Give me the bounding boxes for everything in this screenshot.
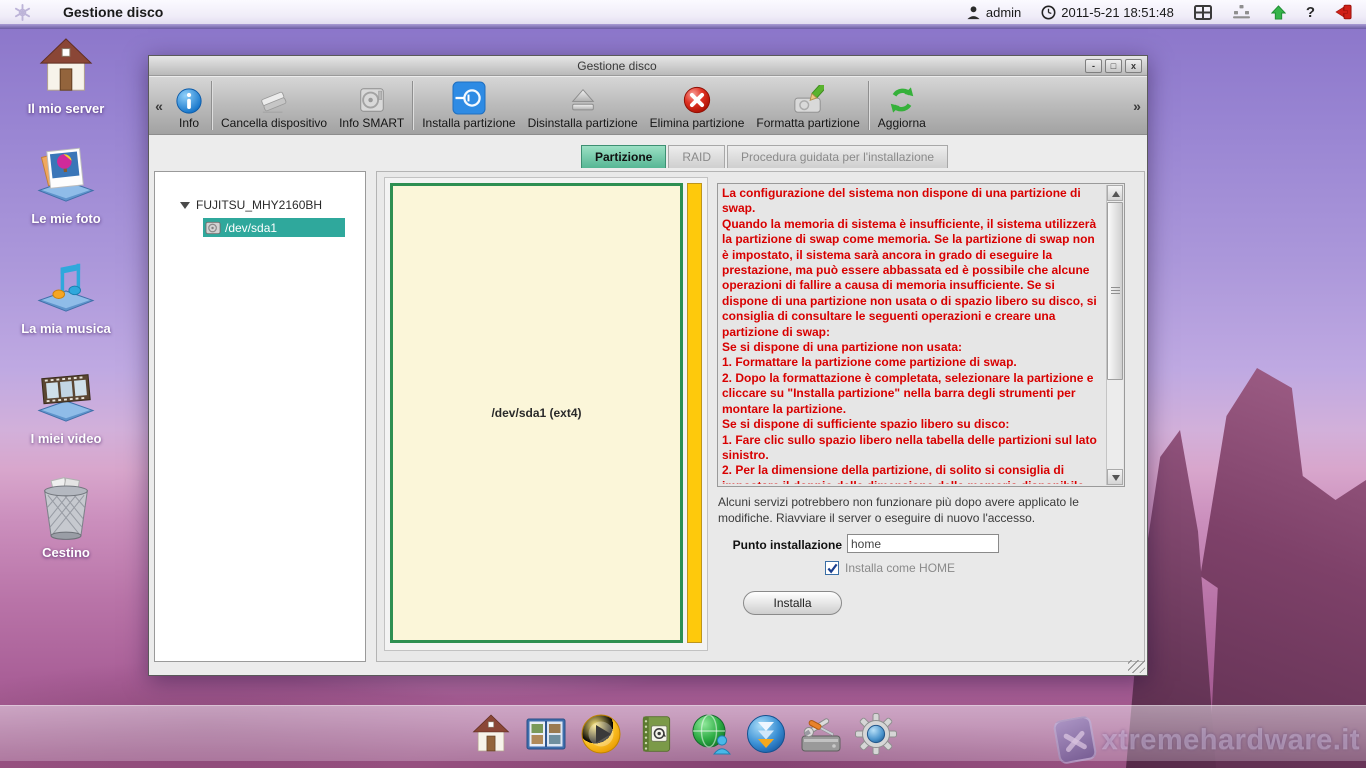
- mount-plug-icon: [452, 80, 486, 116]
- tool-smart-info[interactable]: Info SMART: [333, 77, 410, 134]
- partition-detail-panel: /dev/sda1 (ext4) La configurazione del s…: [376, 171, 1145, 662]
- active-app-title: Gestione disco: [63, 4, 163, 20]
- window-title: Gestione disco: [149, 59, 1085, 73]
- dock-home-icon[interactable]: [468, 711, 514, 757]
- desktop-icon-trash[interactable]: Cestino: [8, 476, 124, 560]
- desktop-icon-label: La mia musica: [8, 321, 124, 336]
- dock-download-icon[interactable]: [743, 711, 789, 757]
- eject-icon: [568, 80, 598, 116]
- tool-delete-partition[interactable]: Elimina partizione: [644, 77, 751, 134]
- tool-format-partition[interactable]: Formatta partizione: [750, 77, 865, 134]
- desktop-icon-my-photos[interactable]: Le mie foto: [8, 146, 124, 226]
- mount-point-input[interactable]: [847, 534, 999, 553]
- dock-settings-gear-icon[interactable]: [853, 711, 899, 757]
- videos-icon: [35, 366, 97, 426]
- clock-area: 2011-5-21 18:51:48: [1041, 5, 1174, 20]
- toolbar-scroll-right[interactable]: »: [1127, 77, 1147, 134]
- toolbar: « Info Cancella dispositivo Info SMART: [149, 77, 1147, 135]
- info-icon: [175, 80, 203, 116]
- scrollbar-thumb[interactable]: [1107, 202, 1123, 380]
- partition-block-label: /dev/sda1 (ext4): [491, 406, 581, 420]
- install-button[interactable]: Installa: [743, 591, 842, 615]
- tool-unmount-partition[interactable]: Disinstalla partizione: [522, 77, 644, 134]
- dock-network-sharing-icon[interactable]: [688, 711, 734, 757]
- logout-icon[interactable]: [1335, 4, 1352, 20]
- username: admin: [986, 5, 1021, 20]
- device-tree-panel: FUJITSU_MHY2160BH /dev/sda1: [154, 171, 366, 662]
- partition-block-sda1[interactable]: /dev/sda1 (ext4): [390, 183, 683, 643]
- swap-help-box: La configurazione del sistema non dispon…: [717, 183, 1125, 487]
- delete-icon: [682, 80, 712, 116]
- partition-map: /dev/sda1 (ext4): [384, 177, 708, 651]
- dock-address-book-icon[interactable]: [633, 711, 679, 757]
- refresh-icon: [887, 80, 917, 116]
- help-button[interactable]: ?: [1306, 4, 1315, 21]
- tab-partition[interactable]: Partizione: [581, 145, 666, 168]
- trash-icon: [35, 476, 97, 540]
- service-notice-text: Alcuni servizi potrebbero non funzionare…: [718, 494, 1120, 526]
- user-menu[interactable]: admin: [966, 5, 1021, 20]
- help-scrollbar[interactable]: [1106, 185, 1123, 485]
- hdd-icon: [357, 80, 387, 116]
- user-icon: [966, 5, 981, 20]
- upgrade-icon[interactable]: [1271, 5, 1286, 20]
- clock-icon: [1041, 5, 1056, 20]
- desktop-icon-my-music[interactable]: La mia musica: [8, 256, 124, 336]
- tab-install-wizard[interactable]: Procedura guidata per l'installazione: [727, 145, 948, 168]
- dock-disk-utilities-icon[interactable]: [798, 711, 844, 757]
- desktop-icon-my-videos[interactable]: I miei video: [8, 366, 124, 446]
- dock-media-player-icon[interactable]: [578, 711, 624, 757]
- datetime: 2011-5-21 18:51:48: [1061, 5, 1174, 20]
- window-resize-grip[interactable]: [1128, 660, 1145, 673]
- desktop-icon-my-server[interactable]: Il mio server: [8, 36, 124, 116]
- install-as-home-checkbox[interactable]: [825, 561, 839, 575]
- music-icon: [35, 256, 97, 316]
- window-switcher-icon[interactable]: [1194, 5, 1212, 20]
- eraser-icon: [258, 80, 290, 116]
- close-button[interactable]: x: [1125, 59, 1142, 73]
- disk-management-window: Gestione disco - □ x « Info Cancella dis…: [148, 55, 1148, 676]
- desktop-icon-label: I miei video: [8, 431, 124, 446]
- tool-refresh[interactable]: Aggiorna: [872, 77, 932, 134]
- tab-bar: Partizione RAID Procedura guidata per l'…: [581, 145, 950, 169]
- home-checkbox-row: Installa come HOME: [825, 561, 955, 575]
- minimize-button[interactable]: -: [1085, 59, 1102, 73]
- disk-icon: [205, 220, 222, 236]
- topbar-divider: [0, 24, 1366, 29]
- device-name: FUJITSU_MHY2160BH: [196, 198, 322, 212]
- maximize-button[interactable]: □: [1105, 59, 1122, 73]
- photos-icon: [35, 146, 97, 206]
- format-pencil-icon: [792, 80, 824, 116]
- install-as-home-label: Installa come HOME: [845, 561, 955, 575]
- expand-arrow-icon[interactable]: [180, 202, 190, 209]
- partition-name: /dev/sda1: [225, 221, 277, 235]
- watermark-logo-icon: [1052, 715, 1097, 765]
- home-icon: [35, 36, 97, 96]
- desktop-icon-label: Il mio server: [8, 101, 124, 116]
- window-titlebar[interactable]: Gestione disco - □ x: [149, 56, 1147, 76]
- toolbar-scroll-left[interactable]: «: [149, 77, 169, 134]
- tool-info[interactable]: Info: [169, 77, 209, 134]
- tab-raid[interactable]: RAID: [668, 145, 725, 168]
- top-bar: Gestione disco admin 2011-5-21 18:51:48 …: [0, 0, 1366, 24]
- tool-erase-device[interactable]: Cancella dispositivo: [215, 77, 333, 134]
- tree-partition-node-selected[interactable]: /dev/sda1: [203, 218, 345, 237]
- dock-photo-album-icon[interactable]: [523, 711, 569, 757]
- watermark-text: xtremehardware.it: [1102, 724, 1360, 757]
- free-space-block[interactable]: [687, 183, 702, 643]
- network-status-icon[interactable]: [1232, 5, 1251, 19]
- system-logo-icon: [14, 4, 31, 21]
- mount-point-label: Punto installazione: [707, 538, 842, 552]
- desktop-icon-label: Cestino: [8, 545, 124, 560]
- scroll-down-icon[interactable]: [1107, 469, 1123, 485]
- watermark: xtremehardware.it: [1056, 718, 1360, 762]
- desktop: Gestione disco admin 2011-5-21 18:51:48 …: [0, 0, 1366, 768]
- tree-device-node[interactable]: FUJITSU_MHY2160BH: [180, 198, 322, 212]
- desktop-icon-label: Le mie foto: [8, 211, 124, 226]
- scroll-up-icon[interactable]: [1107, 185, 1123, 201]
- tool-mount-partition[interactable]: Installa partizione: [416, 77, 521, 134]
- swap-help-text: La configurazione del sistema non dispon…: [722, 186, 1104, 484]
